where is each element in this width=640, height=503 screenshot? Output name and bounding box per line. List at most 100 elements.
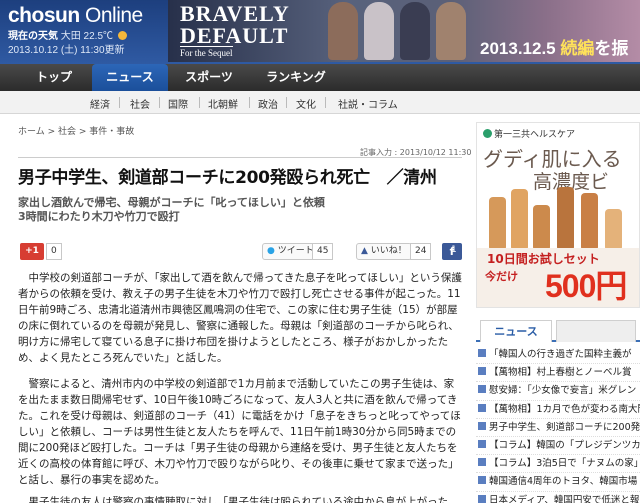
breadcrumb[interactable]: ホーム > 社会 > 事件・事故 bbox=[18, 124, 134, 137]
subnav-divider bbox=[249, 97, 250, 108]
like-count: 24 bbox=[410, 243, 432, 260]
ad-subtitle: For the Sequel bbox=[180, 46, 233, 58]
ad-character-figure bbox=[328, 2, 358, 60]
bullet-icon bbox=[478, 458, 486, 467]
list-item[interactable]: 韓国通信4周年のトヨタ、韓国市場 bbox=[476, 473, 640, 492]
nav-tab-news[interactable]: ニュース bbox=[92, 64, 168, 91]
subnav-divider bbox=[199, 97, 200, 108]
article-paragraph-3: 男子生徒の友人は警察の事情聴取に対し「男子生徒は殴られている途中から息が上がった bbox=[18, 496, 449, 503]
subhead-line-2: 3時間にわたり木刀や竹刀で殴打 bbox=[18, 210, 180, 223]
list-item-text: 韓国通信4周年のトヨタ、韓国市場 bbox=[489, 476, 638, 488]
trial-line-2: 今だけ bbox=[485, 270, 518, 283]
bullet-icon bbox=[478, 349, 486, 357]
trial-price: 500円 bbox=[545, 268, 627, 304]
weather-value: 大田 22.5℃ bbox=[60, 31, 114, 42]
product-bottle bbox=[489, 197, 506, 249]
google-plus-button[interactable]: +1 bbox=[20, 243, 44, 260]
list-item[interactable]: 【萬物相】村上春樹とノーベル賞 bbox=[476, 364, 640, 383]
product-bottle bbox=[533, 205, 550, 249]
subnav-divider bbox=[286, 97, 287, 108]
weather-label: 現在の天気 bbox=[8, 31, 58, 42]
tweet-count: 45 bbox=[312, 243, 334, 260]
subnav-divider bbox=[159, 97, 160, 108]
ad-title-line1: BRAVELY bbox=[180, 1, 290, 26]
news-panel: ニュース 「韓国人の行き過ぎた国粋主義が 【萬物相】村上春樹とノーベル賞 慰安婦… bbox=[476, 320, 640, 503]
list-item-text: 【萬物相】1カ月で色が変わる南大門 bbox=[489, 403, 640, 415]
list-item[interactable]: 慰安婦：「少女像で妄言」米グレン bbox=[476, 382, 640, 401]
bullet-icon bbox=[478, 439, 486, 448]
ad-brand-text: 第一三共ヘルスケア bbox=[494, 130, 576, 140]
bullet-icon bbox=[478, 476, 486, 485]
subnav-item-culture[interactable]: 文化 bbox=[296, 96, 316, 111]
subnav-item-international[interactable]: 国際 bbox=[168, 96, 188, 111]
tab-news[interactable]: ニュース bbox=[480, 320, 552, 342]
list-item-text: 【萬物相】村上春樹とノーベル賞 bbox=[489, 367, 632, 379]
subnav-divider bbox=[325, 97, 326, 108]
site-header: chosun Online 現在の天気 大田 22.5℃ 2013.10.12 … bbox=[0, 0, 640, 83]
news-tabs: ニュース bbox=[476, 320, 640, 342]
list-item-text: 【コラム】3泊5日で「ナヌムの家」 bbox=[489, 458, 640, 470]
list-item-text: 慰安婦：「少女像で妄言」米グレン bbox=[489, 385, 637, 397]
weather-widget[interactable]: 現在の天気 大田 22.5℃ 2013.10.12 (土) 11:30更新 bbox=[8, 30, 127, 58]
subnav-item-editorial[interactable]: 社説・コラム bbox=[338, 96, 398, 111]
article-subhead: 家出し酒飲んで帰宅、母親がコーチに「叱ってほしい」と依頼 3時間にわたり木刀や竹… bbox=[18, 196, 325, 224]
list-item[interactable]: 男子中学生、剣道部コーチに200発 bbox=[476, 419, 640, 437]
bullet-icon bbox=[478, 367, 486, 376]
ad-character-figure bbox=[400, 2, 430, 60]
trial-offer[interactable]: 10日間お試しセット 今だけ 500円 bbox=[476, 248, 640, 308]
product-bottle bbox=[581, 193, 598, 249]
thumbs-up-icon: ▲ bbox=[361, 246, 368, 256]
site-logo[interactable]: chosun Online bbox=[8, 4, 143, 28]
tweet-label: ツイート bbox=[277, 246, 314, 256]
subnav-item-politics[interactable]: 政治 bbox=[258, 96, 278, 111]
like-label: いいね！ bbox=[370, 246, 407, 256]
logo-main: chosun bbox=[8, 4, 80, 27]
google-plus-count: 0 bbox=[46, 243, 62, 260]
article-paragraph-1: 中学校の剣道部コーチが、「家出して酒を飲んで帰ってきた息子を叱ってほしい」という… bbox=[18, 272, 462, 364]
ad-date-accent: 続編 bbox=[560, 39, 595, 58]
nav-tab-top[interactable]: トップ bbox=[16, 64, 92, 91]
brand-logo-icon bbox=[483, 129, 492, 138]
list-item[interactable]: 日本メディア、韓国円安で低迷と報 bbox=[476, 492, 640, 503]
product-bottle bbox=[605, 209, 622, 249]
tweet-button[interactable]: ● ツイート bbox=[262, 243, 319, 260]
product-bottle bbox=[511, 189, 528, 249]
facebook-count: 1 bbox=[446, 243, 461, 260]
ad-character-figure bbox=[436, 2, 466, 60]
bullet-icon bbox=[478, 403, 486, 412]
ad-title-line2: DEFAULT bbox=[180, 23, 289, 48]
list-item-text: 「韓国人の行き過ぎた国粋主義が bbox=[489, 349, 632, 360]
subhead-line-1: 家出し酒飲んで帰宅、母親がコーチに「叱ってほしい」と依頼 bbox=[18, 196, 325, 209]
ad-title: BRAVELY DEFAULT bbox=[180, 3, 290, 47]
list-item[interactable]: 【コラム】韓国の「プレジデンツカップ」 bbox=[476, 437, 640, 456]
ad-brand: 第一三共ヘルスケア bbox=[483, 127, 575, 140]
product-bottle bbox=[557, 187, 574, 249]
main-nav: トップ ニュース スポーツ ランキング bbox=[0, 64, 640, 91]
list-item-text: 男子中学生、剣道部コーチに200発 bbox=[489, 421, 640, 433]
ad-date-text: 2013.12.5 bbox=[480, 39, 556, 58]
article-paragraph-2: 警察によると、清州市内の中学校の剣道部で1カ月前まで活動していたこの男子生徒は、… bbox=[18, 378, 461, 486]
facebook-like-button[interactable]: ▲ いいね！ bbox=[356, 243, 412, 260]
list-item[interactable]: 「韓国人の行き過ぎた国粋主義が bbox=[476, 346, 640, 365]
subnav-item-north-korea[interactable]: 北朝鮮 bbox=[208, 96, 238, 111]
nav-tab-ranking[interactable]: ランキング bbox=[250, 64, 342, 91]
bullet-icon bbox=[478, 494, 486, 503]
header-divider bbox=[18, 157, 462, 158]
news-list: 「韓国人の行き過ぎた国粋主義が 【萬物相】村上春樹とノーベル賞 慰安婦：「少女像… bbox=[476, 346, 640, 503]
sub-nav: 経済 社会 国際 北朝鮮 政治 文化 社説・コラム bbox=[0, 91, 640, 114]
subnav-item-economy[interactable]: 経済 bbox=[90, 96, 110, 111]
tab-other[interactable] bbox=[556, 320, 636, 342]
list-item[interactable]: 【萬物相】1カ月で色が変わる南大門 bbox=[476, 401, 640, 419]
sun-icon bbox=[117, 31, 127, 40]
article-headline: 男子中学生、剣道部コーチに200発殴られ死亡 ／清州 bbox=[18, 168, 437, 188]
nav-tab-sports[interactable]: スポーツ bbox=[168, 64, 250, 91]
subnav-divider bbox=[119, 97, 120, 108]
bullet-icon bbox=[478, 385, 486, 394]
list-item-text: 日本メディア、韓国円安で低迷と報 bbox=[489, 494, 640, 503]
top-ad-banner[interactable]: BRAVELY DEFAULT For the Sequel 2013.12.5… bbox=[168, 0, 640, 83]
bullet-icon bbox=[478, 421, 486, 430]
list-item[interactable]: 【コラム】3泊5日で「ナヌムの家」 bbox=[476, 455, 640, 474]
twitter-bird-icon: ● bbox=[267, 246, 275, 256]
ad-character-figure bbox=[364, 2, 394, 60]
subnav-item-society[interactable]: 社会 bbox=[130, 96, 150, 111]
